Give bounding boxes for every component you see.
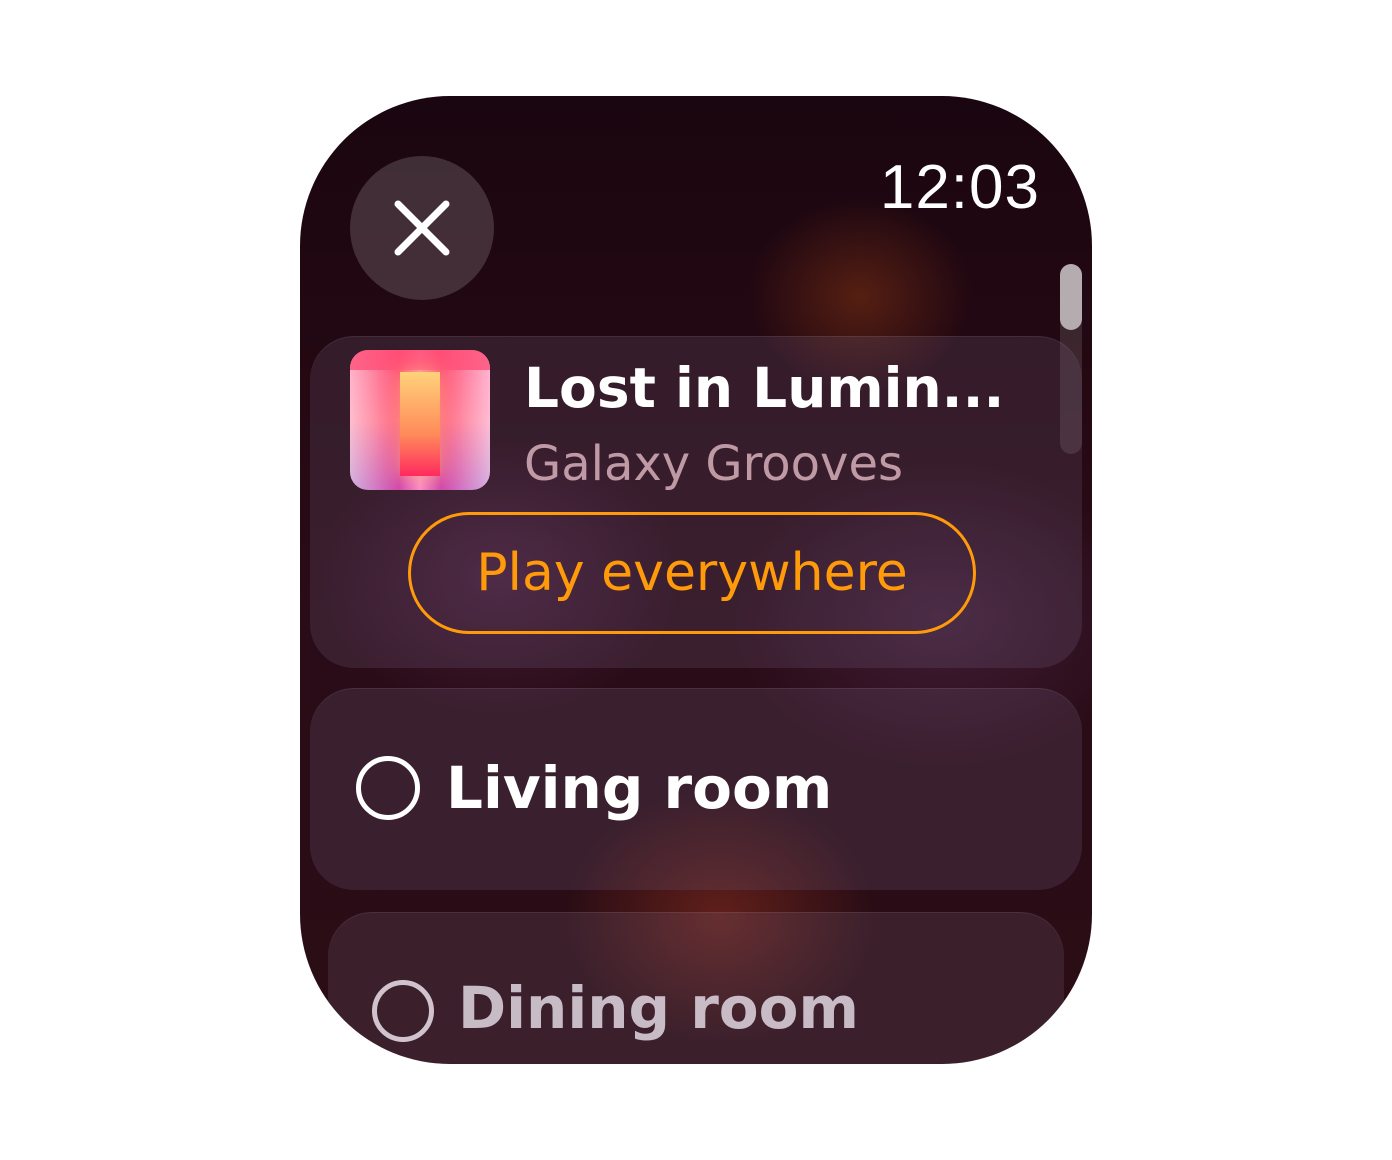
close-icon bbox=[394, 200, 450, 256]
status-time: 12:03 bbox=[879, 153, 1040, 222]
room-item-living-room[interactable]: Living room bbox=[310, 688, 1082, 890]
now-playing-card: Lost in Lumin... Galaxy Grooves Play eve… bbox=[310, 336, 1082, 668]
close-button[interactable] bbox=[350, 156, 494, 300]
room-label: Dining room bbox=[458, 974, 859, 1042]
scrollbar-thumb[interactable] bbox=[1060, 264, 1082, 330]
song-title: Lost in Lumin... bbox=[524, 356, 1005, 420]
radio-unchecked-icon bbox=[372, 980, 434, 1042]
play-everywhere-button[interactable]: Play everywhere bbox=[408, 512, 976, 634]
room-label: Living room bbox=[446, 754, 833, 822]
radio-unchecked-icon bbox=[356, 756, 420, 820]
watch-screen: 12:03 Lost in Lumin... Galaxy Grooves Pl… bbox=[300, 96, 1092, 1064]
album-artwork bbox=[350, 350, 490, 490]
room-item-dining-room[interactable]: Dining room bbox=[328, 912, 1064, 1064]
artist-name: Galaxy Grooves bbox=[524, 436, 903, 492]
